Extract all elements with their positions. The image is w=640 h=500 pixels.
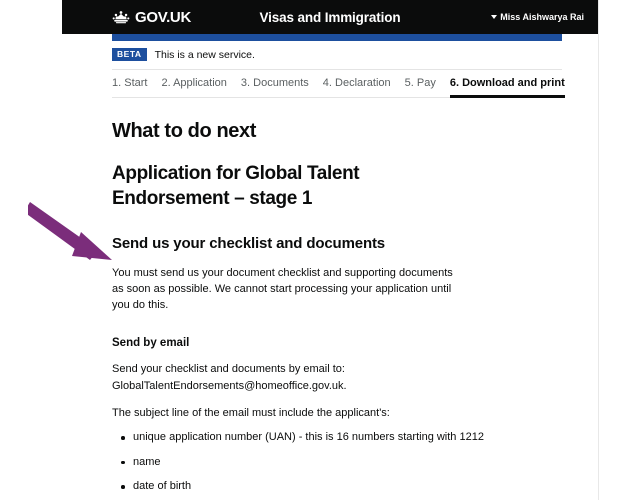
step-item-1-start[interactable]: 1. Start xyxy=(112,77,147,98)
list-item: date of birth xyxy=(121,479,598,494)
govuk-brand-link[interactable]: GOV.UK xyxy=(112,10,191,25)
subsection-heading-send-by-email: Send by email xyxy=(112,336,190,349)
phase-banner-text: This is a new service. xyxy=(154,48,255,61)
beta-badge: BETA xyxy=(112,48,147,62)
checklist-paragraph: You must send us your document checklist… xyxy=(112,266,453,312)
phase-banner: BETA This is a new service. xyxy=(112,41,562,71)
list-item: name xyxy=(121,455,598,470)
page-shell: GOV.UK Visas and Immigration Miss Aishwa… xyxy=(62,0,599,500)
crown-icon xyxy=(112,11,130,24)
application-title: Application for Global Talent Endorsemen… xyxy=(112,163,360,209)
subject-line-list: unique application number (UAN) - this i… xyxy=(112,430,598,500)
step-item-2-application[interactable]: 2. Application xyxy=(161,77,226,98)
govuk-brand-text: GOV.UK xyxy=(135,8,191,26)
step-item-5-pay[interactable]: 5. Pay xyxy=(405,77,436,98)
step-item-3-documents[interactable]: 3. Documents xyxy=(241,77,309,98)
govuk-header: GOV.UK Visas and Immigration Miss Aishwa… xyxy=(62,0,598,34)
user-menu-label: Miss Aishwarya Rai xyxy=(500,12,584,22)
user-menu[interactable]: Miss Aishwarya Rai xyxy=(491,12,588,22)
chevron-down-icon xyxy=(491,15,498,19)
subject-line-intro: The subject line of the email must inclu… xyxy=(112,406,390,419)
phase-bar xyxy=(112,34,562,41)
section-heading-checklist: Send us your checklist and documents xyxy=(112,234,386,252)
step-item-6-download-and-print[interactable]: 6. Download and print xyxy=(449,77,565,99)
step-navigation: 1. Start 2. Application 3. Documents 4. … xyxy=(112,70,565,99)
page-title: What to do next xyxy=(112,120,256,143)
send-by-email-paragraph: Send your checklist and documents by ema… xyxy=(112,363,347,392)
page-content: BETA This is a new service. 1. Start 2. … xyxy=(62,34,598,500)
step-item-4-declaration[interactable]: 4. Declaration xyxy=(323,77,391,98)
list-item: unique application number (UAN) - this i… xyxy=(121,430,598,445)
